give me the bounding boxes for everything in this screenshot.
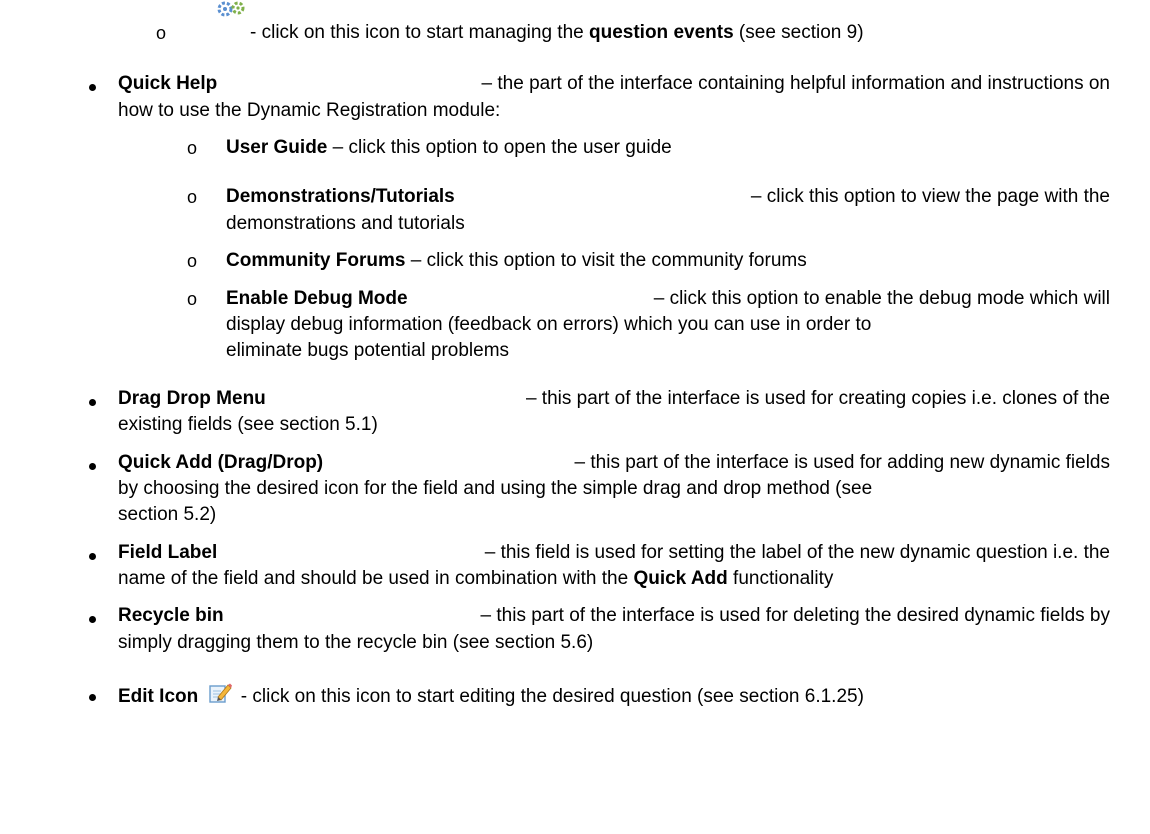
quick-help-line2: how to use the Dynamic Registration modu… — [118, 100, 501, 121]
bullet — [89, 694, 96, 701]
quick-add-line1: Quick Add (Drag/Drop) – this part of the … — [118, 452, 1110, 473]
sub-bullet: o — [187, 289, 198, 309]
bullet — [89, 463, 96, 470]
sub-bullet: o — [187, 187, 198, 207]
demos-line1: Demonstrations/Tutorials – click this opt… — [226, 186, 1110, 207]
user-guide-item: User Guide – click this option to open t… — [226, 137, 672, 158]
edit-icon-item: Edit Icon - click on this icon to start … — [118, 682, 864, 709]
demos-line2: demonstrations and tutorials — [226, 213, 465, 234]
bullet — [89, 399, 96, 406]
sub-bullet: o — [187, 251, 198, 271]
recycle-bin-line2: simply dragging them to the recycle bin … — [118, 632, 594, 653]
edit-pencil-icon — [208, 683, 232, 703]
bullet — [89, 616, 96, 623]
drag-drop-line1: Drag Drop Menu – this part of the interfa… — [118, 388, 1110, 409]
forums-item: Community Forums – click this option to … — [226, 250, 807, 271]
field-label-line2: name of the field and should be used in … — [118, 568, 834, 589]
question-events-text: - click on this icon to start managing t… — [250, 22, 864, 43]
debug-line3: eliminate bugs potential problems — [226, 340, 510, 361]
sub-bullet: o — [156, 23, 167, 43]
debug-line1: Enable Debug Mode – click this option to … — [226, 288, 1110, 309]
debug-line2: display debug information (feedback on e… — [226, 314, 872, 335]
drag-drop-line2: existing fields (see section 5.1) — [118, 414, 378, 435]
quick-add-line2: by choosing the desired icon for the fie… — [118, 478, 873, 499]
bullet — [89, 84, 96, 91]
field-label-line1: Field Label – this field is used for sett… — [118, 542, 1110, 563]
sub-bullet: o — [187, 138, 198, 158]
quick-help-line1: Quick Help – the part of the interface co… — [118, 73, 1110, 94]
quick-add-line3: section 5.2) — [118, 504, 217, 525]
gears-icon — [217, 1, 245, 17]
bullet — [89, 553, 96, 560]
recycle-bin-line1: Recycle bin – this part of the interface … — [118, 605, 1110, 626]
